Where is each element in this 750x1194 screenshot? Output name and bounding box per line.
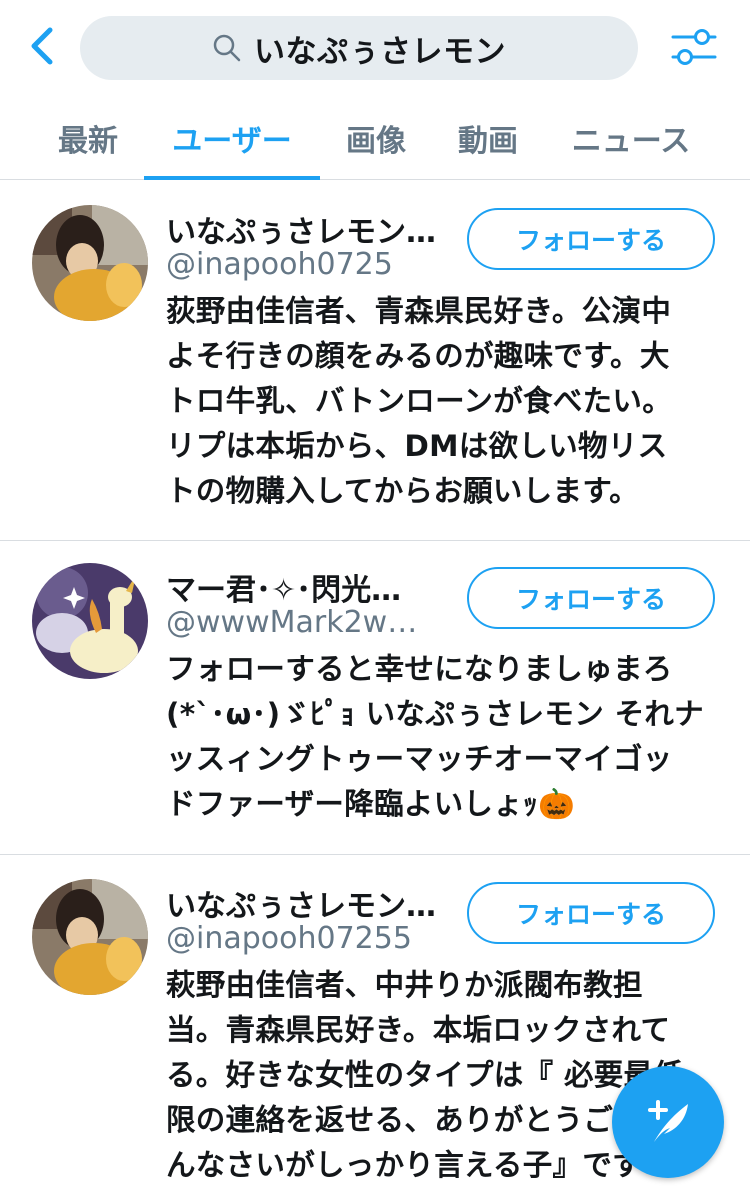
bio-line: リプは本垢から、DMは欲しい物リス <box>166 429 668 463</box>
active-tab-indicator <box>144 176 320 180</box>
compose-tweet-icon <box>648 1100 688 1142</box>
tab-latest[interactable]: 最新 <box>38 96 138 180</box>
avatar[interactable] <box>32 205 148 321</box>
bio-line: トロ牛乳、バトンローンが食べたい。 <box>166 384 673 418</box>
tab-images[interactable]: 画像 <box>326 96 426 180</box>
user-handle: @wwwMark2w… <box>166 605 418 640</box>
bio-line: フォローすると幸せになりましゅまろ <box>166 652 673 686</box>
bio-line: トの物購入してからお願いします。 <box>166 474 639 508</box>
search-query-text: いなぷぅさレモン <box>254 33 506 70</box>
sliders-icon <box>671 29 717 65</box>
avatar[interactable] <box>32 879 148 995</box>
user-list-item[interactable]: マー君･✧･閃光… @wwwMark2w… フォローする フォローすると幸せにな… <box>0 541 750 855</box>
user-list-item[interactable]: いなぷぅさレモン… @inapooh0725 フォローする 荻野由佳信者、青森県… <box>0 181 750 541</box>
follow-button[interactable]: フォローする <box>467 567 715 629</box>
tab-users[interactable]: ユーザー <box>144 96 320 180</box>
chevron-left-icon <box>31 27 53 65</box>
bio-line: 荻野由佳信者、青森県民好き。公演中 <box>166 294 672 328</box>
follow-button[interactable]: フォローする <box>467 882 715 944</box>
tab-news[interactable]: ニュース <box>556 96 706 180</box>
user-handle: @inapooh07255 <box>166 921 412 956</box>
search-tabs: 最新 ユーザー 画像 動画 ニュース <box>0 96 750 180</box>
user-display-name: いなぷぅさレモン… <box>166 215 436 250</box>
bio-line: ドファーザー降臨よいしょｯ🎃 <box>166 787 576 821</box>
bio-line: 萩野由佳信者、中井りか派閥布教担 <box>166 968 643 1002</box>
search-filter-button[interactable] <box>668 24 720 72</box>
user-display-name: マー君･✧･閃光… <box>166 573 402 608</box>
top-bar: いなぷぅさレモン <box>0 0 750 96</box>
bio-line: ッスィングトゥーマッチオーマイゴッ <box>166 742 673 776</box>
user-bio: 荻野由佳信者、青森県民好き。公演中 よそ行きの顔をみるのが趣味です。大 トロ牛乳… <box>166 289 718 514</box>
search-icon <box>212 33 242 63</box>
follow-button[interactable]: フォローする <box>467 208 715 270</box>
user-handle: @inapooh0725 <box>166 247 393 282</box>
avatar[interactable] <box>32 563 148 679</box>
back-button[interactable] <box>22 24 62 68</box>
search-input[interactable]: いなぷぅさレモン <box>80 16 638 80</box>
bio-line: (*`･ω･)ゞﾋﾟｮ いなぷぅさレモン それナ <box>166 697 704 731</box>
compose-tweet-button[interactable] <box>612 1066 724 1178</box>
tab-videos[interactable]: 動画 <box>438 96 538 180</box>
bio-line: よそ行きの顔をみるのが趣味です。大 <box>166 339 670 373</box>
user-display-name: いなぷぅさレモン… <box>166 889 436 924</box>
user-bio: フォローすると幸せになりましゅまろ (*`･ω･)ゞﾋﾟｮ いなぷぅさレモン そ… <box>166 647 718 827</box>
bio-line: 当。青森県民好き。本垢ロックされて <box>166 1013 671 1047</box>
